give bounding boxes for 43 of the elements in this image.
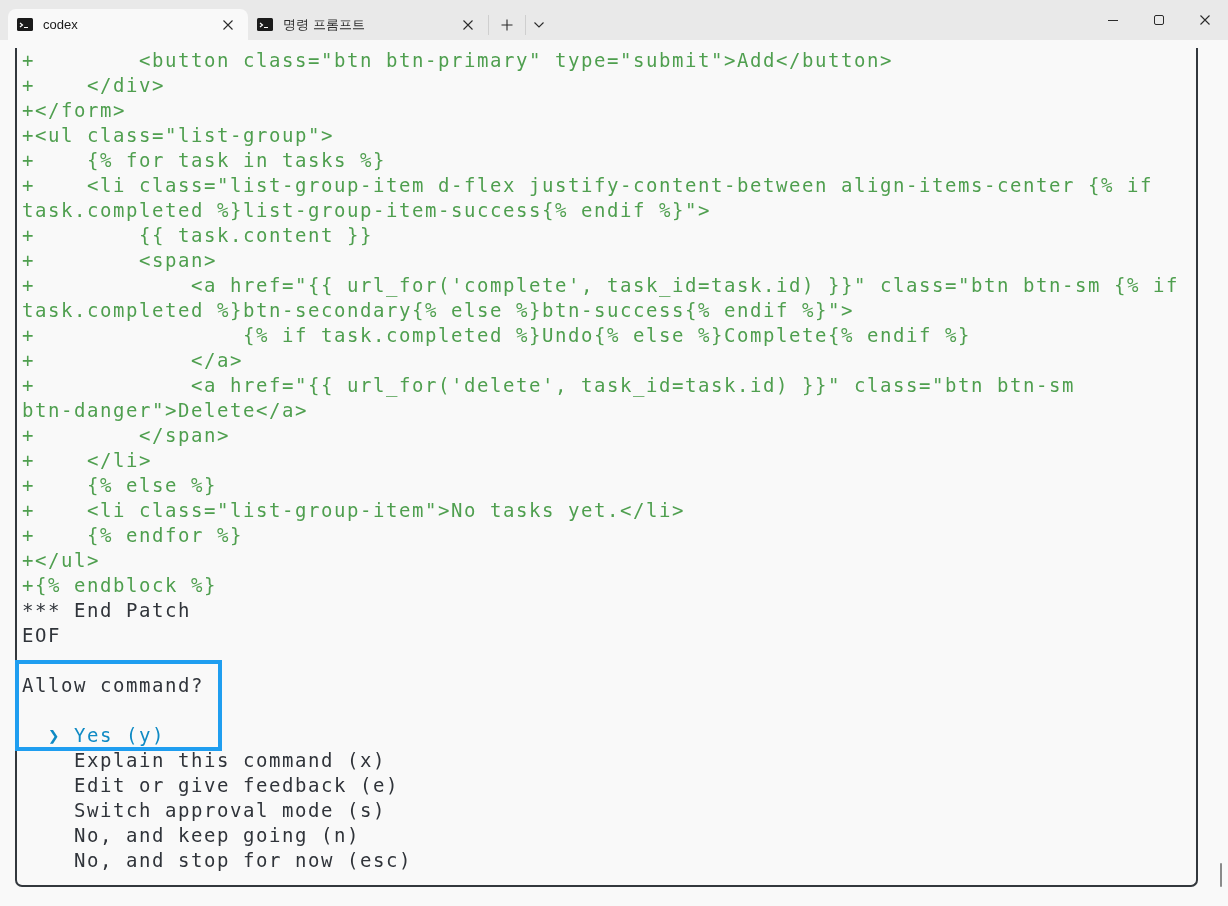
code-line: + </span> — [22, 423, 230, 448]
code-line: + </div> — [22, 73, 165, 98]
close-icon — [223, 19, 233, 30]
tab[interactable]: codex — [8, 9, 248, 40]
chevron-down-icon — [534, 21, 544, 28]
menu-option[interactable]: No, and keep going (n) — [74, 823, 360, 848]
code-line: +</ul> — [22, 548, 100, 573]
code-line: + {% for task in tasks %} — [22, 148, 386, 173]
code-line: + <span> — [22, 248, 217, 273]
code-line: + {% else %} — [22, 473, 217, 498]
code-line: +<ul class="list-group"> — [22, 123, 334, 148]
code-line: + {{ task.content }} — [22, 223, 373, 248]
menu-option[interactable]: No, and stop for now (esc) — [74, 848, 412, 873]
prompt-question: Allow command? — [22, 673, 204, 698]
close-icon — [1200, 15, 1210, 25]
close-icon — [463, 19, 473, 30]
code-line: + </li> — [22, 448, 152, 473]
code-line: +{% endblock %} — [22, 573, 217, 598]
code-line: + <a href="{{ url_for('delete', task_id=task.id) }}" class="btn btn-sm — [22, 373, 1075, 398]
tab[interactable]: 명령 프롬프트 — [248, 9, 488, 40]
code-line: + <li class="list-group-item">No tasks yet.</li> — [22, 498, 685, 523]
code-line: task.completed %}btn-secondary{% else %}btn-success{% endif %}"> — [22, 298, 854, 323]
plus-icon — [501, 18, 513, 31]
minimize-icon — [1108, 19, 1118, 21]
code-line: *** End Patch — [22, 598, 191, 623]
code-line: + {% if task.completed %}Undo{% else %}Complete{% endif %} — [22, 323, 971, 348]
menu-option[interactable]: Switch approval mode (s) — [74, 798, 386, 823]
code-line: + </a> — [22, 348, 243, 373]
terminal-icon — [17, 18, 33, 31]
code-line: + <button class="btn btn-primary" type="submit">Add</button> — [22, 48, 893, 73]
terminal-icon — [257, 18, 273, 31]
menu-option[interactable]: Explain this command (x) — [74, 748, 386, 773]
code-line: EOF — [22, 623, 61, 648]
code-line: + <li class="list-group-item d-flex justify-content-between align-items-center {% if — [22, 173, 1153, 198]
maximize-icon — [1154, 15, 1164, 25]
code-line: + {% endfor %} — [22, 523, 243, 548]
scrollbar-thumb[interactable] — [1220, 863, 1222, 887]
menu-option[interactable]: ❯ Yes (y) — [48, 723, 165, 748]
code-line: task.completed %}list-group-item-success{% endif %}"> — [22, 198, 711, 223]
code-line: + <a href="{{ url_for('complete', task_id=task.id) }}" class="btn btn-sm {% if — [22, 273, 1179, 298]
menu-option[interactable]: Edit or give feedback (e) — [74, 773, 399, 798]
code-line: +</form> — [22, 98, 126, 123]
code-line: btn-danger">Delete</a> — [22, 398, 308, 423]
